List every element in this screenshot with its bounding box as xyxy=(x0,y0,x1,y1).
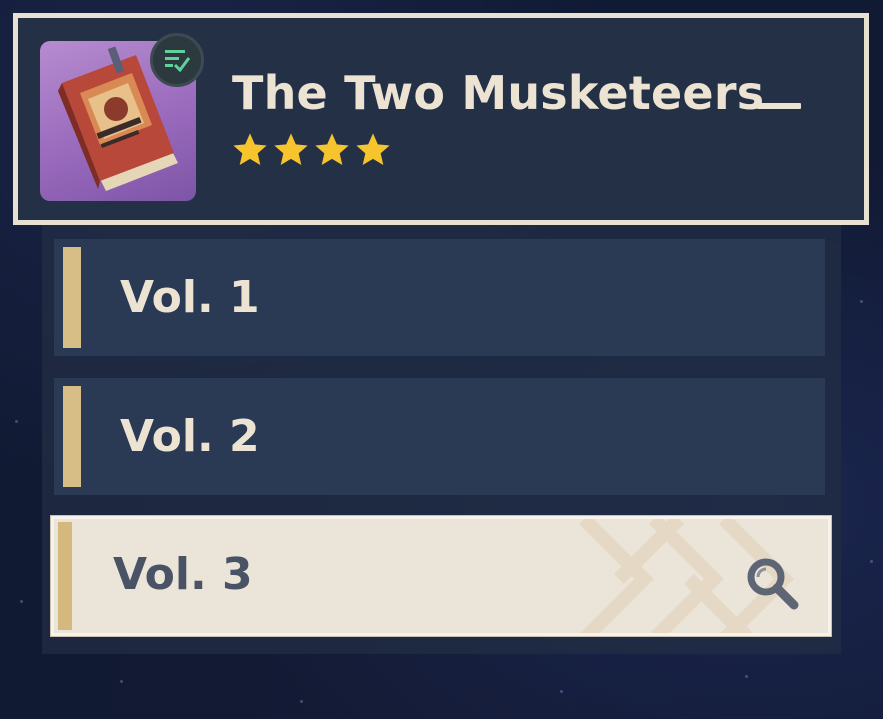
star-icon xyxy=(315,133,349,165)
volume-item-1[interactable]: Vol. 1 xyxy=(54,239,825,356)
volume-item-2[interactable]: Vol. 2 xyxy=(54,378,825,495)
book-title: The Two Musketeers xyxy=(232,66,765,120)
search-icon[interactable] xyxy=(742,553,802,613)
volume-item-3-selected[interactable]: Vol. 3 xyxy=(51,516,831,636)
volume-label: Vol. 3 xyxy=(113,549,253,600)
book-header-card: The Two Musketeers xyxy=(13,13,869,225)
volume-list: Vol. 1 Vol. 2 Vol. 3 xyxy=(42,225,841,654)
star-icon xyxy=(233,133,267,165)
volume-accent-bar xyxy=(63,247,81,348)
star-icon xyxy=(356,133,390,165)
read-check-icon xyxy=(150,33,204,87)
volume-accent-bar xyxy=(58,522,72,630)
volume-label: Vol. 2 xyxy=(120,411,260,462)
rarity-stars xyxy=(230,130,393,170)
volume-label: Vol. 1 xyxy=(120,272,260,323)
volume-accent-bar xyxy=(63,386,81,487)
title-underscore-mark xyxy=(757,103,801,109)
star-icon xyxy=(274,133,308,165)
